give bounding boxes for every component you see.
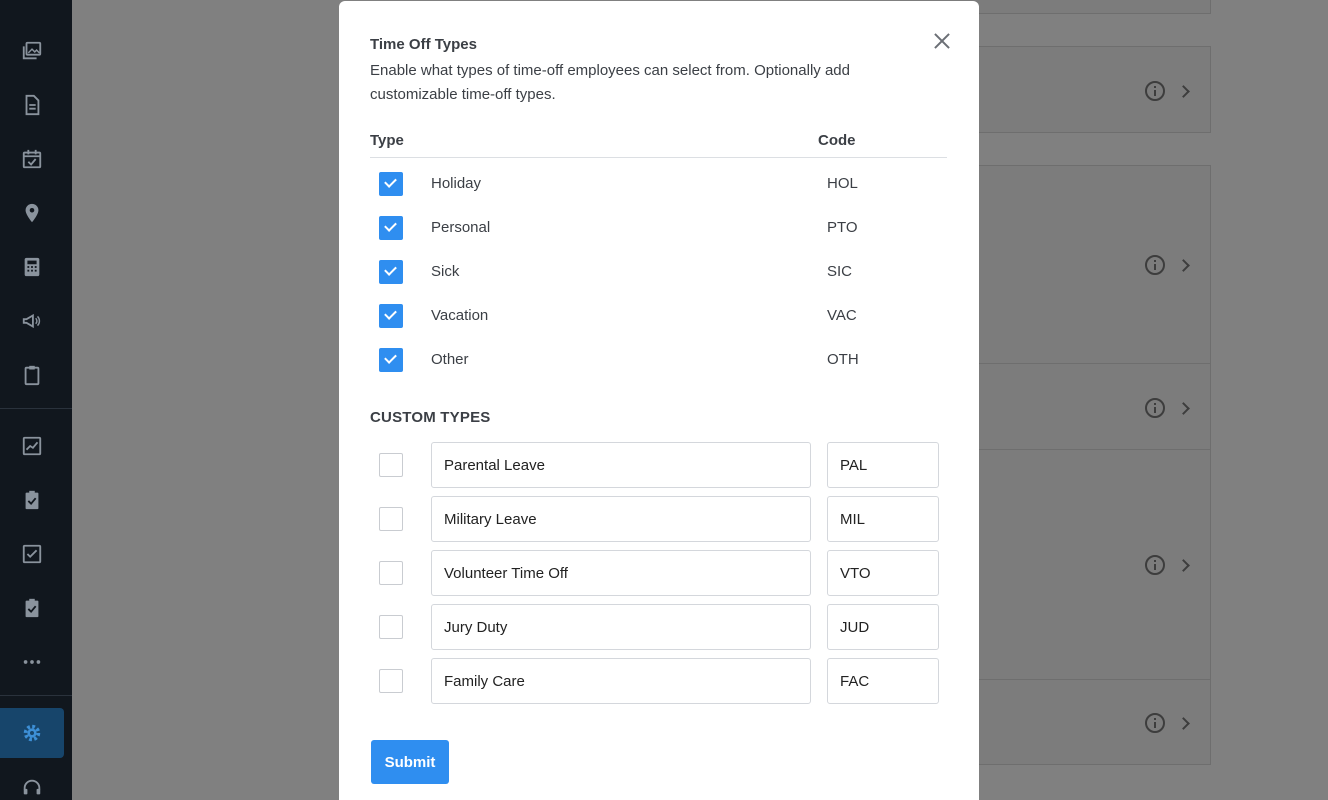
type-code: VAC [827,307,857,324]
column-header-code: Code [818,132,856,149]
megaphone-icon[interactable] [0,301,64,341]
checkbox-icon[interactable] [0,534,64,574]
location-pin-icon[interactable] [0,193,64,233]
type-name: Vacation [431,307,489,324]
type-checkbox[interactable] [379,304,403,328]
type-code: OTH [827,351,859,368]
gear-icon[interactable] [0,713,64,753]
custom-type-code-input[interactable] [827,604,939,650]
custom-type-name-input[interactable] [431,442,811,488]
custom-type-row [370,658,947,704]
custom-type-name-input[interactable] [431,550,811,596]
custom-type-name-input[interactable] [431,658,811,704]
time-off-type-row: Personal PTO [370,206,947,250]
chevron-right-icon [1177,401,1190,415]
calculator-icon[interactable] [0,247,64,287]
custom-type-checkbox[interactable] [379,669,403,693]
headset-icon[interactable] [0,768,64,800]
time-off-type-row: Holiday HOL [370,162,947,206]
close-icon[interactable] [932,31,952,51]
more-dots-icon[interactable] [0,642,64,682]
type-name: Holiday [431,175,482,192]
clipboard-check-icon[interactable] [0,588,64,628]
custom-type-name-input[interactable] [431,604,811,650]
time-off-type-row: Other OTH [370,338,947,382]
custom-type-row [370,496,947,542]
custom-type-code-input[interactable] [827,496,939,542]
analytics-icon[interactable] [0,426,64,466]
custom-type-row [370,604,947,650]
submit-button[interactable]: Submit [371,740,449,784]
type-code: SIC [827,263,853,280]
type-checkbox[interactable] [379,348,403,372]
type-name: Other [431,351,469,368]
modal-title: Time Off Types [370,36,477,53]
time-off-types-modal: Time Off Types Enable what types of time… [339,1,979,800]
sidebar [0,0,72,800]
info-icon [1145,81,1165,101]
type-code: HOL [827,175,858,192]
image-gallery-icon[interactable] [0,31,64,71]
info-icon [1145,555,1165,575]
custom-type-code-input[interactable] [827,442,939,488]
chevron-right-icon [1177,258,1190,272]
custom-type-code-input[interactable] [827,550,939,596]
type-checkbox[interactable] [379,216,403,240]
chevron-right-icon [1177,558,1190,572]
document-icon[interactable] [0,85,64,125]
type-code: PTO [827,219,858,236]
custom-type-row [370,550,947,596]
custom-type-checkbox[interactable] [379,561,403,585]
custom-type-checkbox[interactable] [379,453,403,477]
type-name: Sick [431,263,460,280]
sidebar-divider [0,695,72,696]
time-off-type-row: Sick SIC [370,250,947,294]
header-divider [370,157,947,158]
type-checkbox[interactable] [379,260,403,284]
chevron-right-icon [1177,716,1190,730]
clipboard-icon[interactable] [0,355,64,395]
clipboard-check-icon[interactable] [0,480,64,520]
custom-type-code-input[interactable] [827,658,939,704]
type-name: Personal [431,219,491,236]
custom-types-heading: CUSTOM TYPES [370,409,491,426]
chevron-right-icon [1177,84,1190,98]
modal-description: Enable what types of time-off employees … [370,62,850,103]
type-checkbox[interactable] [379,172,403,196]
column-header-type: Type [370,132,404,149]
time-off-type-row: Vacation VAC [370,294,947,338]
info-icon [1145,398,1165,418]
calendar-check-icon[interactable] [0,139,64,179]
custom-type-row [370,442,947,488]
info-icon [1145,713,1165,733]
custom-type-checkbox[interactable] [379,507,403,531]
custom-type-name-input[interactable] [431,496,811,542]
custom-type-checkbox[interactable] [379,615,403,639]
info-icon [1145,255,1165,275]
sidebar-divider [0,408,72,409]
